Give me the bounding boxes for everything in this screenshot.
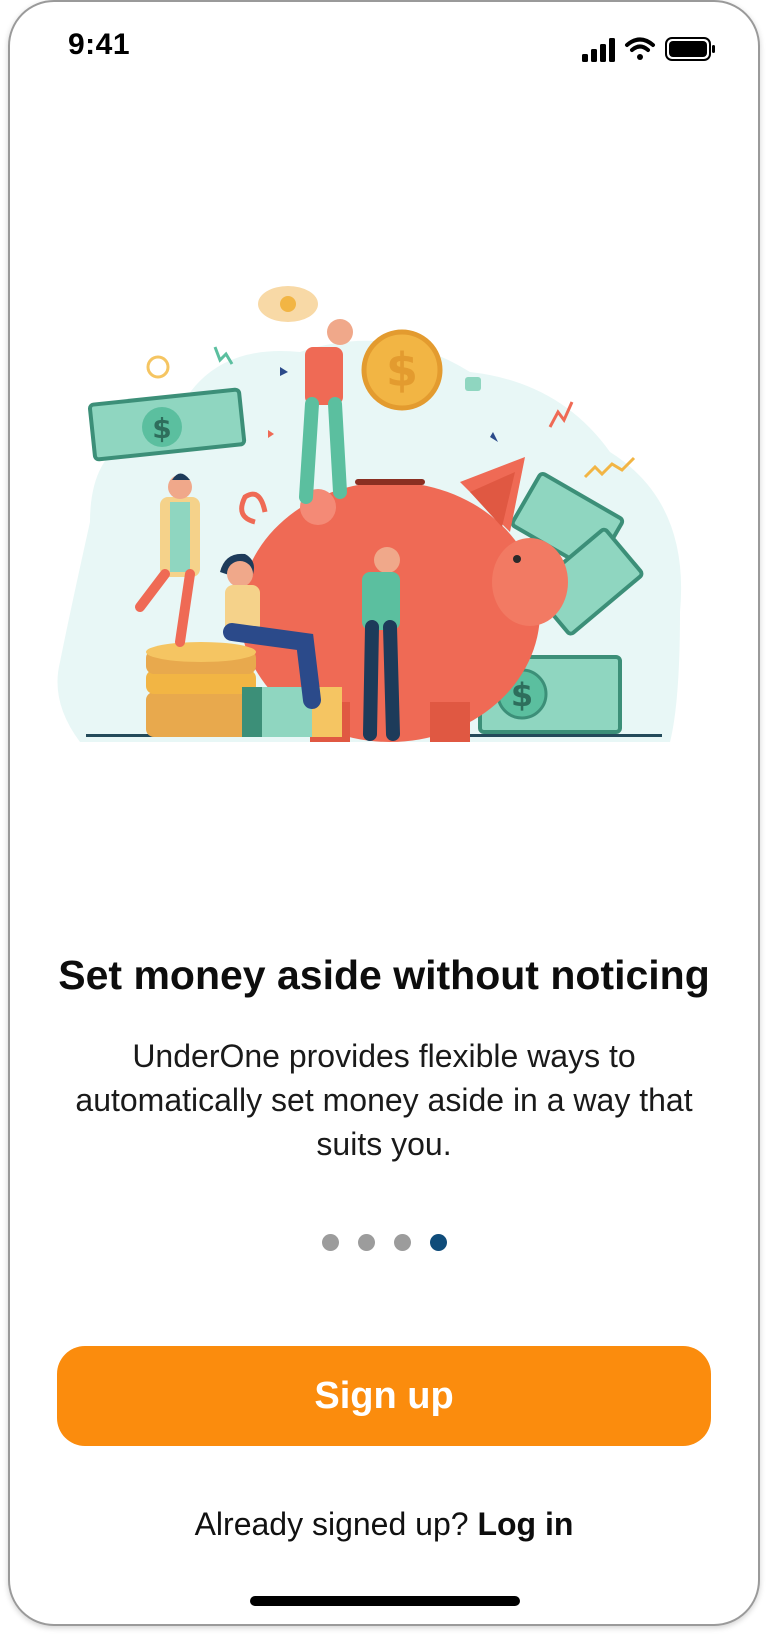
pagination-dot-2[interactable] [357, 1234, 375, 1251]
pagination-dots [10, 1234, 758, 1251]
wifi-icon [625, 37, 655, 60]
signal-icon [582, 38, 615, 62]
pagination-dot-3[interactable] [393, 1234, 411, 1251]
battery-icon [665, 37, 715, 61]
coin-stack-icon [146, 642, 256, 737]
cash-bundle-icon [242, 687, 342, 737]
home-indicator[interactable] [250, 1596, 520, 1606]
phone-frame: 9:41 $ $ $ Set money aside without notic… [8, 0, 760, 1626]
status-bar: 9:41 [10, 2, 758, 92]
onboarding-subtitle: UnderOne provides flexible ways to autom… [75, 1038, 693, 1162]
pagination-dot-1[interactable] [321, 1234, 339, 1251]
svg-text:$: $ [386, 343, 418, 397]
status-icons [580, 36, 730, 62]
status-icons-svg [582, 37, 715, 62]
login-row: Already signed up? Log in [10, 1506, 758, 1543]
signup-button[interactable]: Sign up [57, 1346, 711, 1446]
piggy-bank-illustration: $ $ $ [57, 286, 682, 742]
login-prompt: Already signed up? [194, 1506, 469, 1542]
svg-text:$: $ [152, 412, 171, 445]
pagination-dot-4[interactable] [429, 1234, 447, 1251]
onboarding-title: Set money aside without noticing [58, 952, 710, 998]
login-link[interactable]: Log in [477, 1506, 573, 1542]
status-time: 9:41 [68, 28, 131, 61]
